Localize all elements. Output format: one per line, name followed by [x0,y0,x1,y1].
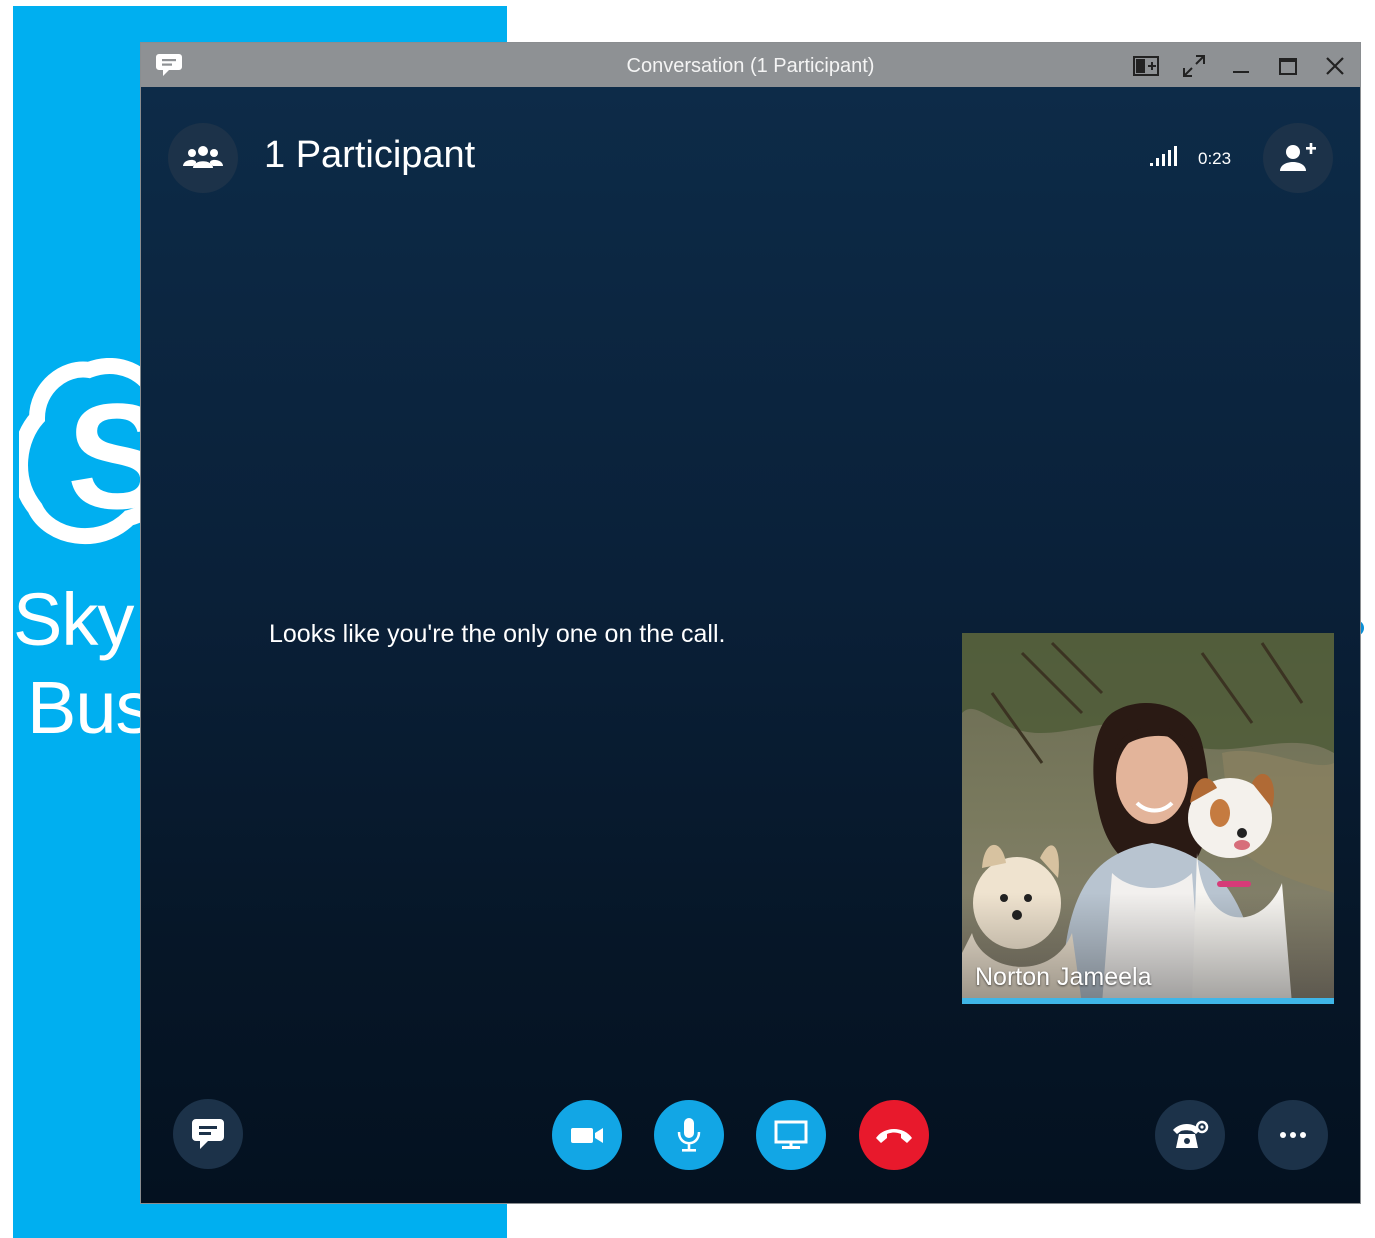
microphone-button[interactable] [654,1100,724,1170]
conversation-window: Conversation (1 Participant) 1 Participa… [140,42,1361,1204]
call-duration: 0:23 [1198,149,1232,168]
close-icon [1326,57,1344,75]
present-button[interactable] [756,1100,826,1170]
minimize-icon [1233,71,1249,73]
maximize-icon [1279,58,1297,75]
add-person-icon [1280,143,1316,171]
people-icon [183,146,223,168]
video-camera-icon [571,1128,603,1143]
participants-button[interactable] [168,123,238,193]
alone-on-call-message: Looks like you're the only one on the ca… [269,620,726,648]
video-button[interactable] [552,1100,622,1170]
self-video-name: Norton Jameela [975,963,1152,991]
present-screen-icon [774,1120,808,1149]
compact-view-button[interactable] [1133,53,1159,79]
full-screen-button[interactable] [1181,53,1207,79]
skype-logo-icon: S [19,358,159,545]
wordmark-line-2: Bus [27,666,153,749]
signal-strength-icon [1150,146,1177,166]
active-speaker-bar [962,998,1334,1004]
participant-count[interactable]: 1 Participant [264,134,475,177]
call-stage: 1 Participant 0:23 Looks like you're the… [141,87,1360,1203]
skype-for-business-wordmark: Sky Bus [13,576,153,752]
compact-view-icon [1133,56,1159,76]
add-people-button[interactable] [1263,123,1333,193]
video-feed-image [962,633,1334,1004]
full-screen-icon [1183,55,1205,77]
more-options-button[interactable] [1258,1100,1328,1170]
hang-up-button[interactable] [859,1100,929,1170]
call-controls-icon [1173,1120,1209,1148]
microphone-icon [677,1118,701,1152]
wordmark-line-1: Sky [13,578,134,661]
chat-button[interactable] [173,1099,243,1169]
hang-up-icon [876,1129,912,1143]
chat-icon [192,1119,224,1149]
window-title: Conversation (1 Participant) [626,55,875,77]
minimize-button[interactable] [1228,53,1254,79]
title-bar[interactable]: Conversation (1 Participant) [141,43,1360,87]
call-controls-button[interactable] [1155,1100,1225,1170]
maximize-button[interactable] [1275,53,1301,79]
close-button[interactable] [1322,53,1348,79]
more-options-icon [1280,1132,1306,1138]
self-video-preview[interactable]: Norton Jameela [962,633,1334,1004]
